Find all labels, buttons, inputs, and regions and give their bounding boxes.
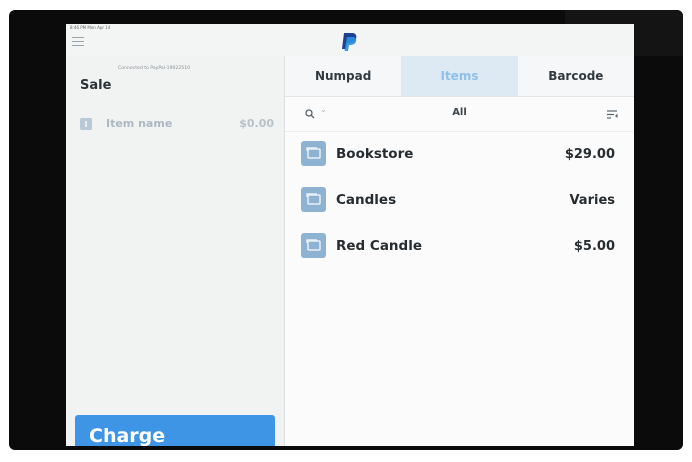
line-item-price: $0.00 bbox=[239, 117, 274, 130]
category-filter[interactable]: All bbox=[285, 107, 634, 118]
item-list: Bookstore $29.00 Candles Varies Red Cand… bbox=[285, 132, 634, 270]
app-screen: 8:46 PM Mon Apr 14 Connected to PayPal-1… bbox=[66, 24, 634, 446]
tab-barcode[interactable]: Barcode bbox=[517, 56, 634, 96]
line-item-name: Item name bbox=[106, 117, 173, 130]
tab-numpad[interactable]: Numpad bbox=[285, 56, 402, 96]
list-item[interactable]: Red Candle $5.00 bbox=[285, 224, 634, 270]
connection-status: Connected to PayPal-19022510 bbox=[118, 66, 191, 71]
paypal-logo-icon bbox=[342, 33, 357, 51]
status-bar: 8:46 PM Mon Apr 14 bbox=[70, 25, 111, 30]
cart-line-item[interactable]: Item name $0.00 bbox=[80, 116, 274, 132]
item-price: $29.00 bbox=[564, 147, 615, 162]
item-price: Varies bbox=[569, 193, 615, 208]
sale-panel: Connected to PayPal-19022510 Sale Item n… bbox=[66, 56, 285, 446]
tab-items[interactable]: Items bbox=[401, 56, 518, 96]
item-placeholder-icon bbox=[80, 118, 92, 130]
tab-bar: Numpad Items Barcode bbox=[285, 56, 634, 97]
item-thumbnail-icon bbox=[301, 141, 326, 166]
item-name: Bookstore bbox=[336, 146, 414, 162]
list-item[interactable]: Candles Varies bbox=[285, 178, 634, 224]
item-thumbnail-icon bbox=[301, 233, 326, 258]
item-price: $5.00 bbox=[573, 239, 615, 254]
catalog-panel: Numpad Items Barcode ⌄ All Bookstore $29… bbox=[285, 56, 634, 446]
list-item[interactable]: Bookstore $29.00 bbox=[285, 132, 634, 178]
item-name: Candles bbox=[336, 192, 397, 208]
page-title: Sale bbox=[80, 78, 112, 93]
charge-button[interactable]: Charge bbox=[75, 415, 275, 446]
sort-icon[interactable] bbox=[607, 110, 618, 119]
filter-bar: ⌄ All bbox=[285, 97, 634, 132]
hamburger-menu-icon[interactable] bbox=[72, 37, 84, 46]
item-name: Red Candle bbox=[336, 238, 422, 254]
item-thumbnail-icon bbox=[301, 187, 326, 212]
